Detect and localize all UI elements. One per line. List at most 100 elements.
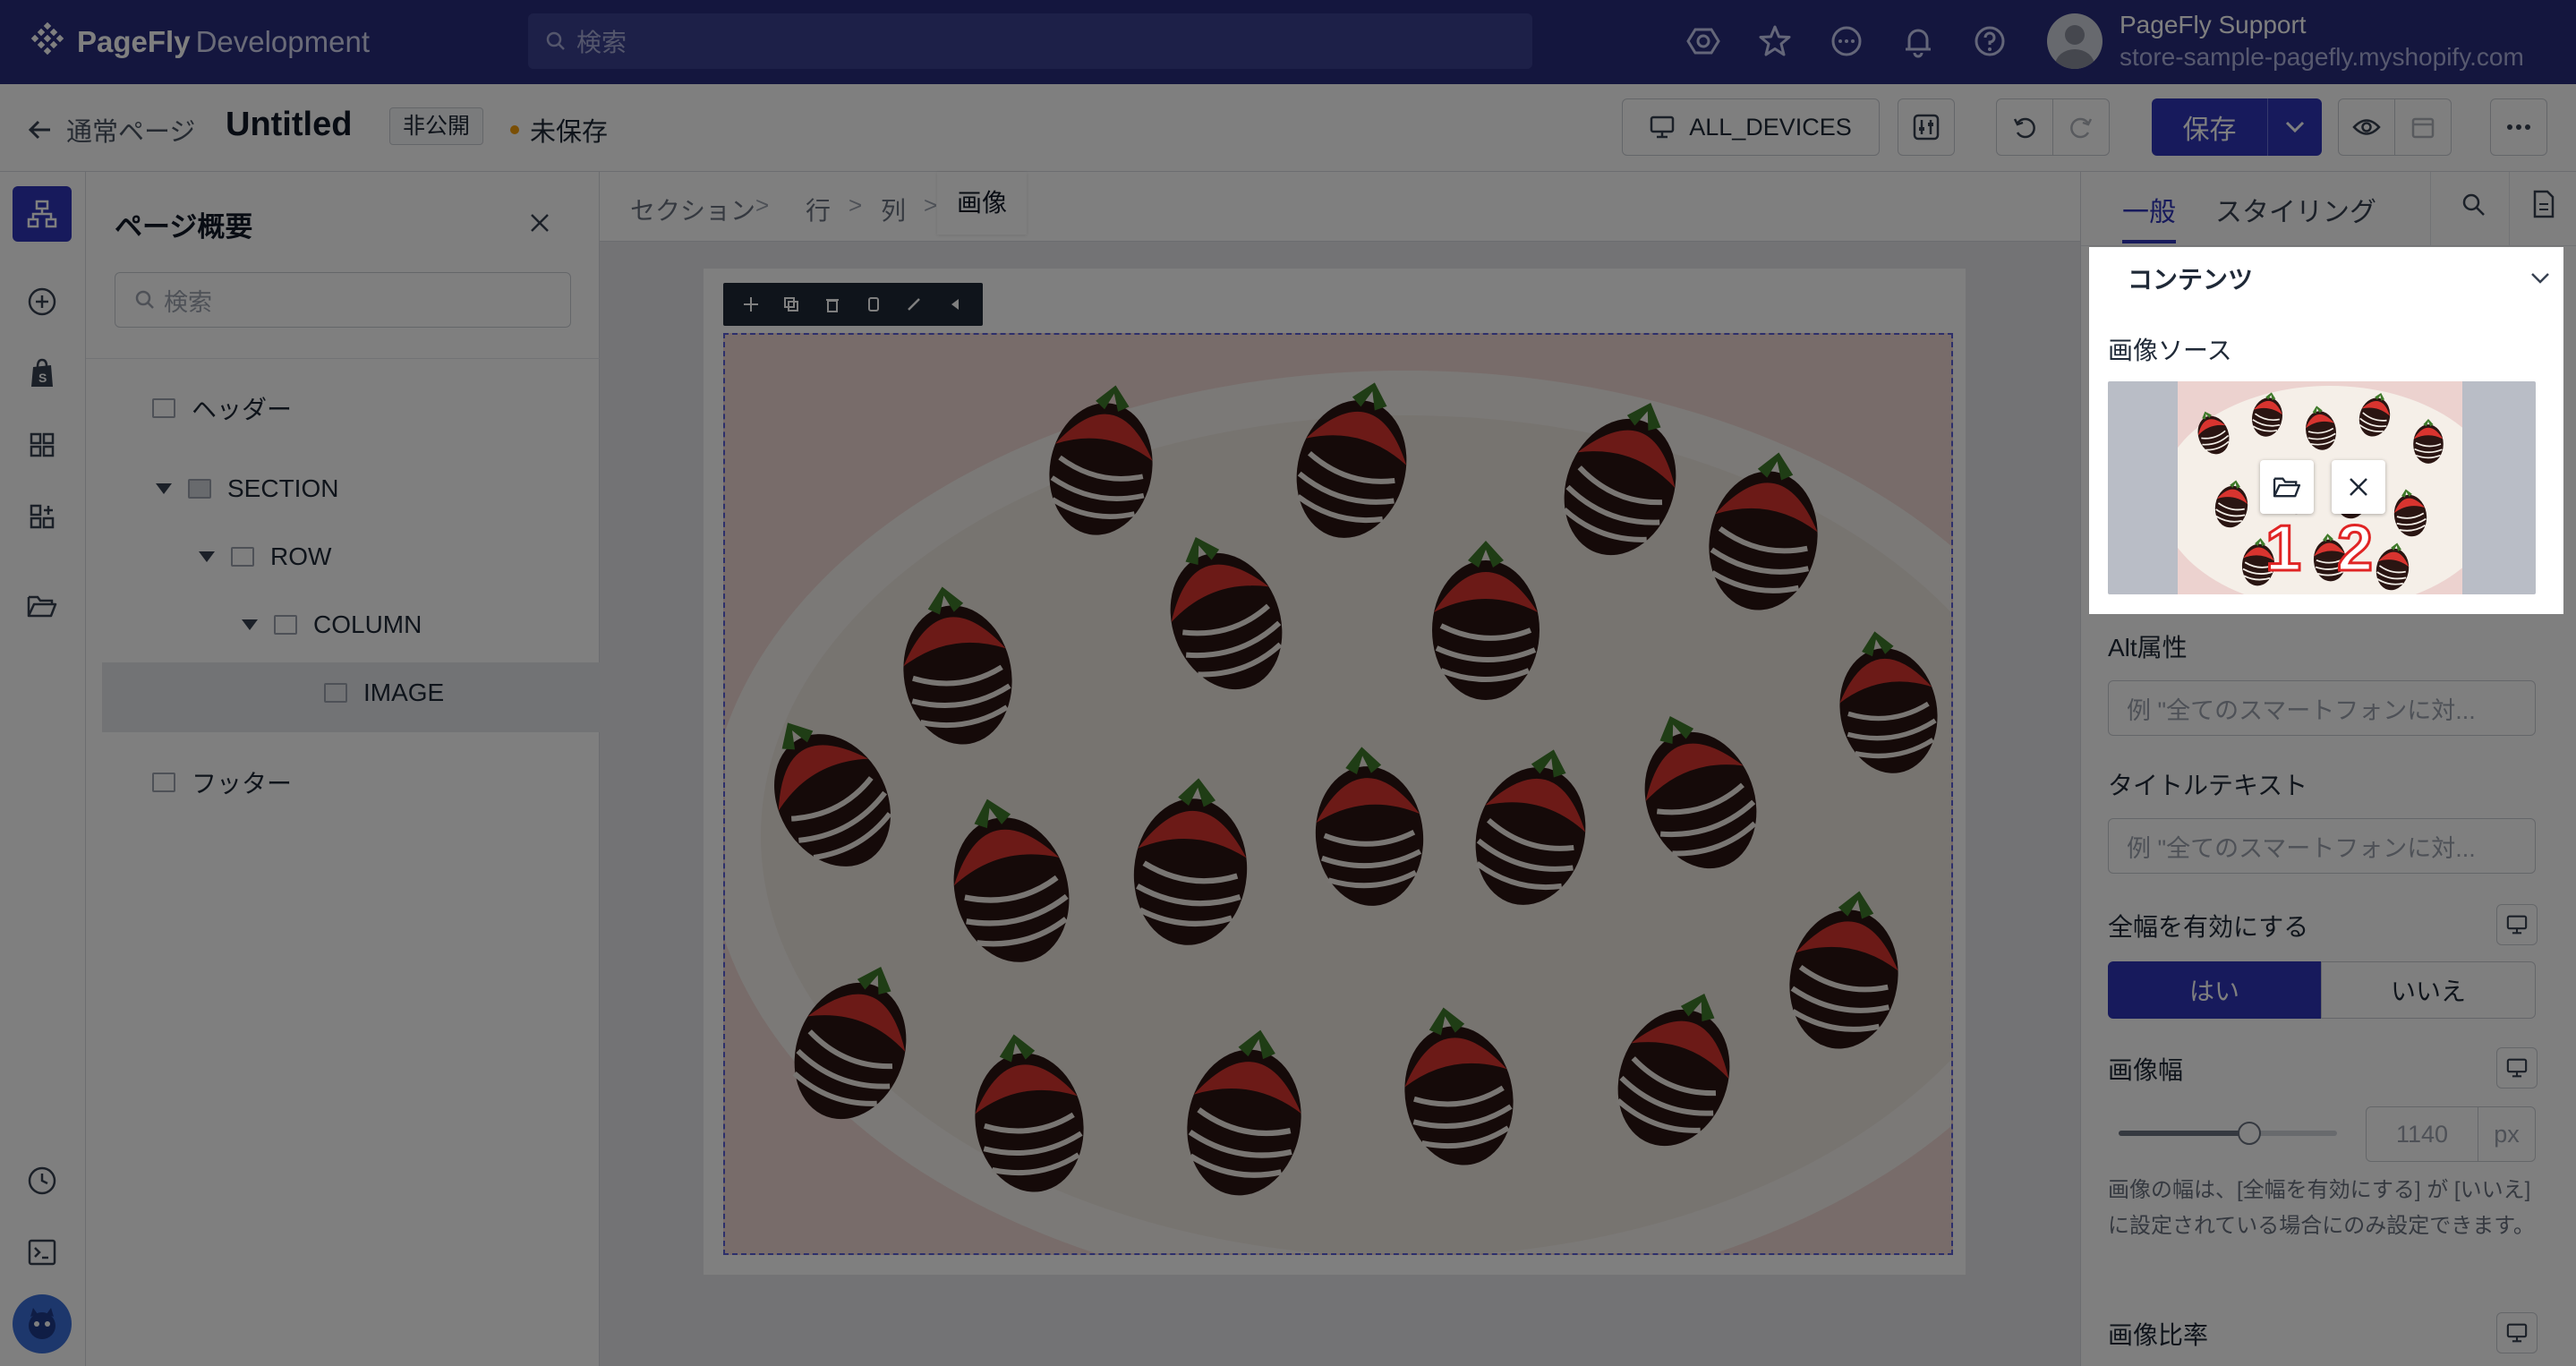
outline-search-input[interactable]: 検索 [115, 272, 571, 328]
settings-icon[interactable] [1686, 24, 1720, 58]
back-to-pages-link[interactable]: 通常ページ [27, 111, 195, 149]
user-store[interactable]: store-sample-pagefly.myshopify.com [2120, 43, 2524, 72]
shopify-rail-button[interactable]: S [13, 346, 72, 401]
preview-button[interactable] [2338, 98, 2395, 156]
slider-handle[interactable] [2238, 1122, 2262, 1145]
image-width-input[interactable]: 1140 [2366, 1106, 2478, 1162]
support-bot-avatar[interactable] [13, 1294, 72, 1353]
save-button[interactable]: 保存 [2152, 98, 2268, 156]
breadcrumb-section[interactable]: セクション [630, 192, 755, 227]
caret-down-icon[interactable] [199, 551, 215, 562]
sliders-icon [1913, 114, 1940, 141]
bell-icon[interactable] [1901, 24, 1935, 58]
caret-down-icon[interactable] [156, 483, 172, 494]
breadcrumb-row[interactable]: 行 [806, 192, 831, 227]
terminal-icon [28, 1239, 56, 1266]
star-icon[interactable] [1758, 24, 1792, 58]
grid-icon [30, 432, 55, 457]
code-rail-button[interactable] [13, 1225, 72, 1280]
tab-divider [2509, 172, 2510, 245]
help-icon[interactable] [1973, 24, 2007, 58]
close-icon[interactable] [526, 209, 553, 236]
tree-item-row[interactable]: ROW [199, 542, 331, 571]
files-rail-button[interactable] [13, 578, 72, 634]
tab-styling[interactable]: スタイリング [2215, 190, 2376, 229]
plus-circle-icon [28, 287, 56, 316]
tab-general[interactable]: 一般 [2122, 190, 2176, 243]
image-source-preview: 1 2 [2108, 381, 2536, 594]
image-width-unit[interactable]: px [2478, 1106, 2536, 1162]
image-width-slider[interactable] [2119, 1122, 2337, 1145]
aspect-ratio-device-toggle[interactable] [2496, 1312, 2538, 1353]
slider-fill [2119, 1131, 2250, 1136]
undo-button[interactable] [1996, 98, 2053, 156]
more-options-button[interactable] [2490, 98, 2547, 156]
editor-header: 通常ページ Untitled 非公開 未保存 ALL_DEVICES 保存 [0, 84, 2576, 172]
app-brand: PageFly Development [77, 25, 370, 59]
save-options-button[interactable] [2268, 98, 2322, 156]
full-width-device-toggle[interactable] [2496, 904, 2538, 945]
unsaved-dot-icon [510, 125, 519, 134]
add-element-rail-button[interactable] [13, 274, 72, 329]
search-icon[interactable] [2461, 192, 2487, 218]
chat-icon[interactable] [1830, 24, 1864, 58]
tree-item-image[interactable]: IMAGE [324, 679, 444, 707]
title-text-label: タイトルテキスト [2108, 772, 2308, 799]
apps-rail-button[interactable] [13, 489, 72, 544]
tab-divider [2430, 172, 2431, 245]
move-icon[interactable] [742, 295, 760, 313]
collapse-left-icon[interactable] [946, 295, 964, 313]
pagefly-logo-icon[interactable] [27, 21, 68, 63]
sitemap-icon [27, 200, 57, 228]
user-avatar[interactable] [2047, 13, 2103, 69]
breadcrumb-image[interactable]: 画像 [937, 172, 1028, 235]
redo-button[interactable] [2052, 98, 2110, 156]
page-title[interactable]: Untitled [226, 106, 352, 144]
document-icon[interactable] [2532, 190, 2555, 218]
tree-item-label: フッター [192, 770, 293, 798]
duplicate-icon[interactable] [782, 295, 800, 313]
tree-item-label: ヘッダー [192, 396, 293, 423]
image-width-device-toggle[interactable] [2496, 1047, 2538, 1089]
device-selector-button[interactable]: ALL_DEVICES [1622, 98, 1880, 156]
breadcrumb-separator-icon: > [924, 192, 938, 218]
tree-item-section[interactable]: SECTION [156, 474, 338, 503]
tree-item-column[interactable]: COLUMN [242, 610, 422, 639]
remove-image-button[interactable] [2332, 460, 2385, 514]
eye-icon [2352, 119, 2381, 135]
element-toolbar [723, 283, 983, 326]
clock-icon [28, 1166, 56, 1195]
visibility-badge[interactable]: 非公開 [389, 107, 484, 145]
monitor-icon [1650, 115, 1675, 139]
history-rail-button[interactable] [13, 1153, 72, 1208]
content-section-header[interactable]: コンテンツ [2108, 251, 2570, 306]
caret-down-icon[interactable] [242, 619, 258, 630]
paint-icon[interactable] [905, 295, 923, 313]
title-text-input[interactable]: 例 "全てのスマートフォンに対... [2108, 818, 2536, 874]
inspector-panel: 一般 スタイリング コンテンツ 画像ソース 1 2 Alt属性 例 "全てのスマ… [2080, 172, 2576, 1366]
more-icon [2507, 124, 2530, 130]
alt-text-input[interactable]: 例 "全てのスマートフォンに対... [2108, 680, 2536, 736]
header-layout-icon [152, 398, 175, 418]
templates-rail-button[interactable] [13, 417, 72, 473]
page-outline-rail-button[interactable] [13, 186, 72, 242]
devices-label: ALL_DEVICES [1689, 113, 1852, 141]
full-width-no-button[interactable]: いいえ [2321, 961, 2536, 1019]
svg-text:S: S [38, 371, 47, 385]
breadcrumb-separator-icon: > [849, 192, 863, 218]
copy-style-icon[interactable] [865, 295, 883, 313]
brand-env: Development [195, 25, 371, 58]
tree-item-label: IMAGE [363, 679, 445, 706]
selected-image-element[interactable] [723, 333, 1953, 1255]
user-name[interactable]: PageFly Support [2120, 11, 2307, 39]
choose-image-button[interactable] [2260, 460, 2314, 514]
full-width-yes-button[interactable]: はい [2108, 961, 2321, 1019]
global-search-input[interactable]: 検索 [528, 13, 1532, 69]
trash-icon[interactable] [823, 295, 841, 313]
publish-button[interactable] [2394, 98, 2452, 156]
sliders-button[interactable] [1898, 98, 1955, 156]
tree-item-header[interactable]: ヘッダー [152, 390, 292, 426]
content-section-title: コンテンツ [2128, 266, 2254, 294]
tree-item-footer[interactable]: フッター [152, 764, 292, 800]
breadcrumb-column[interactable]: 列 [881, 192, 906, 227]
